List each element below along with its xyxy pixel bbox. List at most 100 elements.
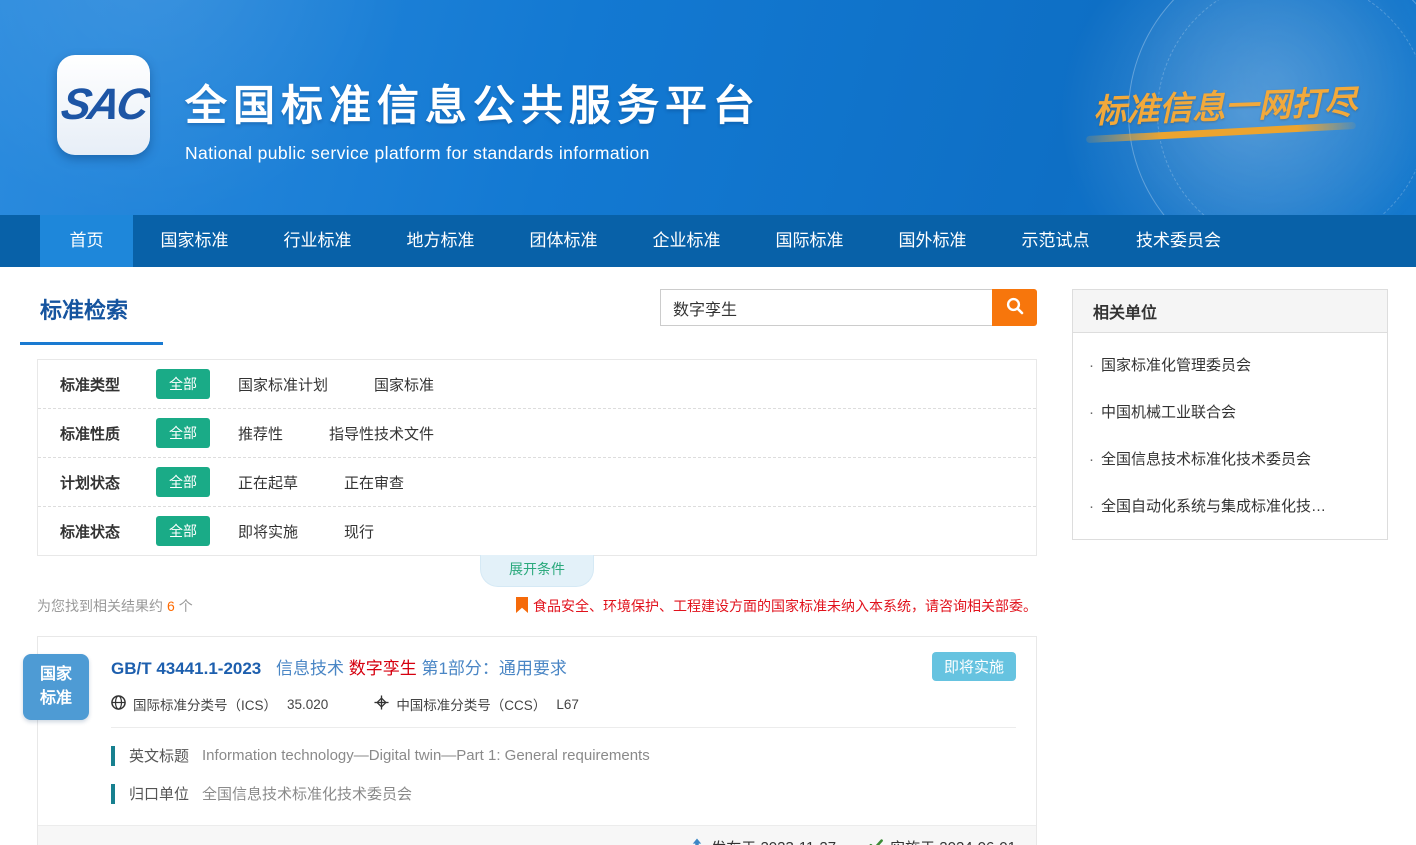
sac-logo-text: SAC [57, 80, 150, 130]
check-icon [868, 838, 890, 845]
field-english-title: 英文标题 Information technology—Digital twin… [111, 745, 1016, 766]
classification-row: 国际标准分类号（ICS） 35.020 中国标准分类号（CCS） L67 [111, 694, 1016, 714]
field-value: Information technology—Digital twin—Part… [202, 747, 650, 764]
search-icon [1005, 296, 1025, 319]
nav-item-international-standards[interactable]: 国际标准 [748, 215, 871, 267]
expand-conditions-button[interactable]: 展开条件 [480, 555, 594, 587]
site-header: SAC 全国标准信息公共服务平台 National public service… [0, 0, 1416, 215]
search-box [660, 289, 1037, 326]
field-committee: 归口单位 全国信息技术标准化技术委员会 [111, 783, 1016, 804]
filter-label: 标准状态 [60, 521, 156, 542]
ics-label: 国际标准分类号（ICS） [133, 694, 277, 714]
search-button[interactable] [992, 289, 1037, 326]
notice-text: 食品安全、环境保护、工程建设方面的国家标准未纳入本系统，请咨询相关部委。 [533, 596, 1037, 616]
compass-icon [374, 695, 396, 713]
nav-item-industry-standards[interactable]: 行业标准 [256, 215, 379, 267]
main-column: 标准检索 标准类型 全部 国家标准计划 国家标准 标准性质 全部 推荐性 [37, 289, 1037, 845]
filter-option[interactable]: 正在审查 [344, 472, 404, 493]
results-info-row: 为您找到相关结果约6个 食品安全、环境保护、工程建设方面的国家标准未纳入本系统，… [37, 596, 1037, 616]
filter-all-button[interactable]: 全部 [156, 369, 210, 399]
filter-panel: 标准类型 全部 国家标准计划 国家标准 标准性质 全部 推荐性 指导性技术文件 … [37, 359, 1037, 556]
system-notice: 食品安全、环境保护、工程建设方面的国家标准未纳入本系统，请咨询相关部委。 [516, 596, 1037, 616]
results-count: 6 [167, 598, 175, 614]
filter-option[interactable]: 正在起草 [238, 472, 298, 493]
filter-option[interactable]: 国家标准 [374, 374, 434, 395]
site-title: 全国标准信息公共服务平台 [185, 72, 761, 133]
card-divider [111, 727, 1016, 728]
type-badge-line2: 标准 [40, 687, 72, 711]
sidebar-list: 国家标准化管理委员会 中国机械工业联合会 全国信息技术标准化技术委员会 全国自动… [1073, 333, 1387, 539]
standard-type-badge: 国家 标准 [23, 654, 89, 720]
filter-label: 标准类型 [60, 374, 156, 395]
related-organizations-panel: 相关单位 国家标准化管理委员会 中国机械工业联合会 全国信息技术标准化技术委员会… [1072, 289, 1388, 540]
ccs-label: 中国标准分类号（CCS） [396, 694, 546, 714]
ccs-classification: 中国标准分类号（CCS） L67 [374, 694, 579, 714]
page-title: 标准检索 [37, 289, 128, 345]
published-date: 2023-11-27 [760, 839, 836, 845]
nav-item-pilot-programs[interactable]: 示范试点 [994, 215, 1117, 267]
standard-title-highlight: 数字孪生 [349, 659, 417, 678]
filter-all-button[interactable]: 全部 [156, 516, 210, 546]
filter-all-button[interactable]: 全部 [156, 467, 210, 497]
bookmark-icon [516, 597, 533, 616]
sidebar-item-automation-committee[interactable]: 全国自动化系统与集成标准化技… [1073, 482, 1387, 529]
nav-item-technical-committees[interactable]: 技术委员会 [1117, 215, 1240, 267]
field-label: 英文标题 [129, 745, 189, 766]
field-bar [111, 784, 115, 804]
standard-result-card: 国家 标准 即将实施 GB/T 43441.1-2023 信息技术 数字孪生 第… [37, 636, 1037, 845]
implemented-label: 实施于 [890, 837, 935, 845]
implemented-date: 2024-06-01 [939, 839, 1016, 845]
results-summary-suffix: 个 [179, 598, 193, 614]
filter-option[interactable]: 现行 [344, 521, 374, 542]
nav-item-national-standards[interactable]: 国家标准 [133, 215, 256, 267]
sac-logo: SAC [57, 55, 150, 155]
nav-item-home[interactable]: 首页 [40, 215, 133, 267]
filter-row-plan-status: 计划状态 全部 正在起草 正在审查 [38, 457, 1036, 506]
publish-icon [689, 838, 711, 845]
ccs-value: L67 [556, 697, 579, 712]
filter-row-standard-nature: 标准性质 全部 推荐性 指导性技术文件 [38, 408, 1036, 457]
filter-option[interactable]: 国家标准计划 [238, 374, 328, 395]
standard-title-part1: 信息技术 [276, 659, 344, 678]
sidebar-item-it-standardization-committee[interactable]: 全国信息技术标准化技术委员会 [1073, 435, 1387, 482]
sidebar-title: 相关单位 [1073, 290, 1387, 333]
filter-row-standard-type: 标准类型 全部 国家标准计划 国家标准 [38, 360, 1036, 408]
filter-label: 计划状态 [60, 472, 156, 493]
sidebar-item-machinery-federation[interactable]: 中国机械工业联合会 [1073, 388, 1387, 435]
published-date-item: 发布于 2023-11-27 [689, 837, 836, 845]
standard-title-part2: 第1部分：通用要求 [421, 659, 566, 678]
sidebar-item-sac[interactable]: 国家标准化管理委员会 [1073, 341, 1387, 388]
field-bar [111, 746, 115, 766]
site-subtitle: National public service platform for sta… [185, 143, 761, 164]
ics-classification: 国际标准分类号（ICS） 35.020 [111, 694, 328, 714]
filter-option[interactable]: 即将实施 [238, 521, 298, 542]
ics-value: 35.020 [287, 697, 328, 712]
filter-option[interactable]: 推荐性 [238, 423, 283, 444]
standard-title-link[interactable]: GB/T 43441.1-2023 信息技术 数字孪生 第1部分：通用要求 [111, 654, 1016, 679]
field-value: 全国信息技术标准化技术委员会 [202, 783, 412, 804]
results-summary-prefix: 为您找到相关结果约 [37, 598, 163, 614]
filter-option[interactable]: 指导性技术文件 [329, 423, 434, 444]
status-badge: 即将实施 [932, 652, 1016, 681]
published-label: 发布于 [711, 837, 756, 845]
content-area: 标准检索 标准类型 全部 国家标准计划 国家标准 标准性质 全部 推荐性 [0, 267, 1416, 845]
filter-label: 标准性质 [60, 423, 156, 444]
filter-all-button[interactable]: 全部 [156, 418, 210, 448]
card-body: GB/T 43441.1-2023 信息技术 数字孪生 第1部分：通用要求 国际… [38, 637, 1036, 825]
site-title-block: 全国标准信息公共服务平台 National public service pla… [185, 72, 761, 164]
field-label: 归口单位 [129, 783, 189, 804]
search-section: 标准检索 [37, 289, 1037, 345]
nav-item-local-standards[interactable]: 地方标准 [379, 215, 502, 267]
nav-item-group-standards[interactable]: 团体标准 [502, 215, 625, 267]
standard-code: GB/T 43441.1-2023 [111, 659, 261, 678]
type-badge-line1: 国家 [40, 663, 72, 687]
search-input[interactable] [660, 289, 992, 326]
results-summary: 为您找到相关结果约6个 [37, 596, 193, 616]
filter-row-standard-status: 标准状态 全部 即将实施 现行 [38, 506, 1036, 555]
nav-item-enterprise-standards[interactable]: 企业标准 [625, 215, 748, 267]
nav-item-foreign-standards[interactable]: 国外标准 [871, 215, 994, 267]
globe-icon [111, 695, 133, 713]
implemented-date-item: 实施于 2024-06-01 [868, 837, 1016, 845]
main-nav: 首页 国家标准 行业标准 地方标准 团体标准 企业标准 国际标准 国外标准 示范… [0, 215, 1416, 267]
card-footer: 发布于 2023-11-27 实施于 2024-06-01 [38, 825, 1036, 845]
